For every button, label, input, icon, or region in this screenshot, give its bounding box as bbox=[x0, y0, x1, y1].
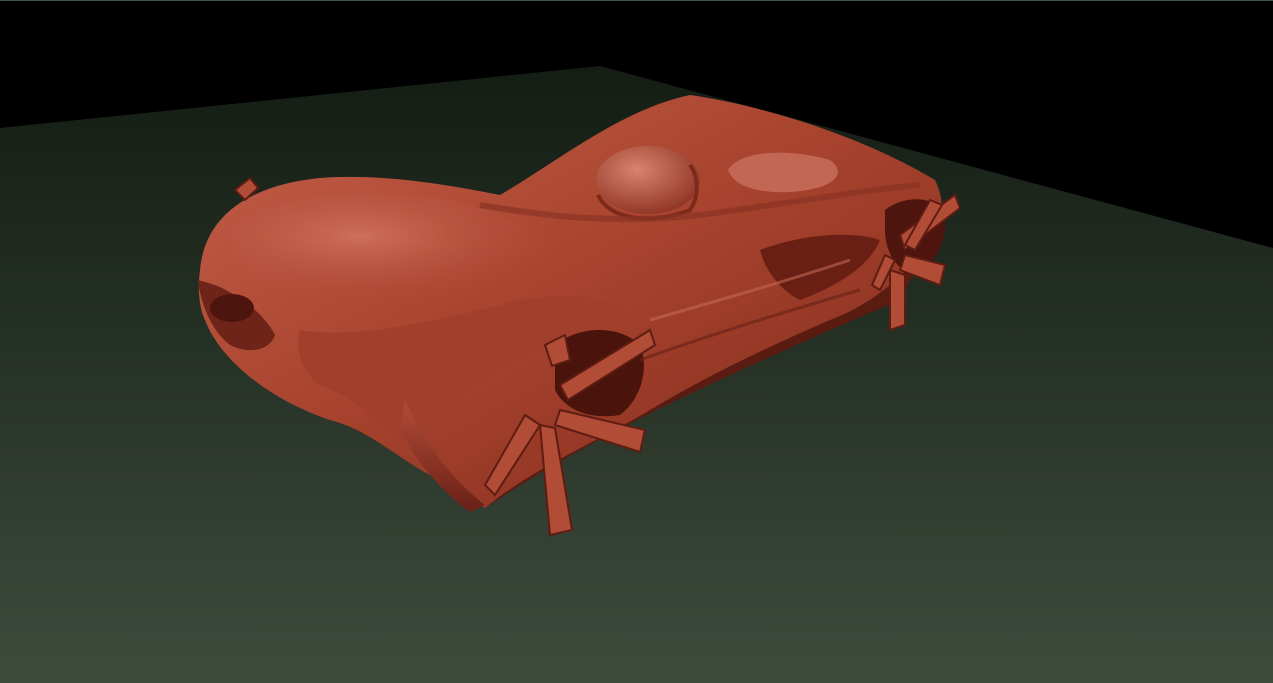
viewport-canvas[interactable] bbox=[0, 0, 1273, 683]
canopy bbox=[596, 146, 700, 214]
front-intake bbox=[210, 294, 254, 322]
3d-viewport[interactable] bbox=[0, 0, 1273, 683]
